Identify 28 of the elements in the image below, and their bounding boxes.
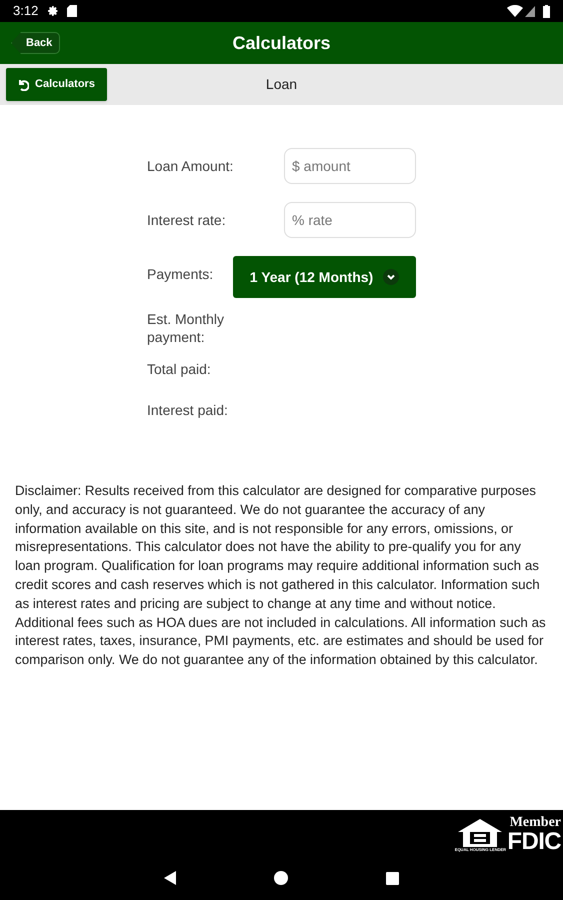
field-label: Total paid:: [147, 360, 212, 378]
payments-dropdown[interactable]: 1 Year (12 Months): [233, 256, 416, 298]
field-label: Payments:: [147, 265, 214, 284]
battery-icon: [543, 4, 550, 18]
home-nav-icon[interactable]: [274, 871, 288, 885]
input-field[interactable]: $ amount: [284, 148, 416, 184]
wifi-icon: [507, 5, 523, 17]
calculators-button[interactable]: Calculators: [6, 68, 107, 101]
status-time: 3:12: [13, 2, 38, 20]
signal-icon: [525, 6, 535, 16]
section-title: Loan: [266, 75, 298, 94]
field-label: Interest rate:: [147, 211, 227, 230]
gear-icon: [47, 5, 60, 17]
chevron-down-icon: [383, 269, 400, 285]
undo-arrow-icon: [18, 78, 30, 90]
back-button[interactable]: Back: [11, 32, 60, 54]
house-icon: [458, 818, 502, 846]
field-label: Interest paid:: [147, 401, 229, 419]
field-label: Loan Amount:: [147, 157, 234, 176]
member-text: Member: [510, 816, 561, 830]
input-field[interactable]: % rate: [284, 202, 416, 238]
field-label: Est. Monthly payment:: [147, 310, 226, 346]
fdic-text: FDIC: [507, 830, 561, 854]
recents-nav-icon[interactable]: [386, 872, 399, 884]
disclaimer-text: Disclaimer: Results received from this calculator are designed for comparative purposes only, and accuracy is not guaranteed. We do not guarantee the accuracy of any information available on this site, and is not responsible for any errors, omissions, or misrepresentations. This calculator does not have the ability to pre-qualify you for any loan program. Qualification for loan programs may require additional information such as credit scores and cash reserves which is not gathered in this calculator. Information such as interest rates and pricing are subject to change at any time and without notice. Additional fees such as HOA dues are not included in calculations. All information such as interest rates, taxes, insurance, PMI payments, etc. are estimates and should be used for comparison only. We do not guarantee any of the information obtained by this calculator.: [14, 482, 547, 670]
sd-card-icon: [67, 5, 78, 17]
page-title: Calculators: [232, 32, 331, 54]
back-nav-icon[interactable]: [164, 871, 176, 885]
